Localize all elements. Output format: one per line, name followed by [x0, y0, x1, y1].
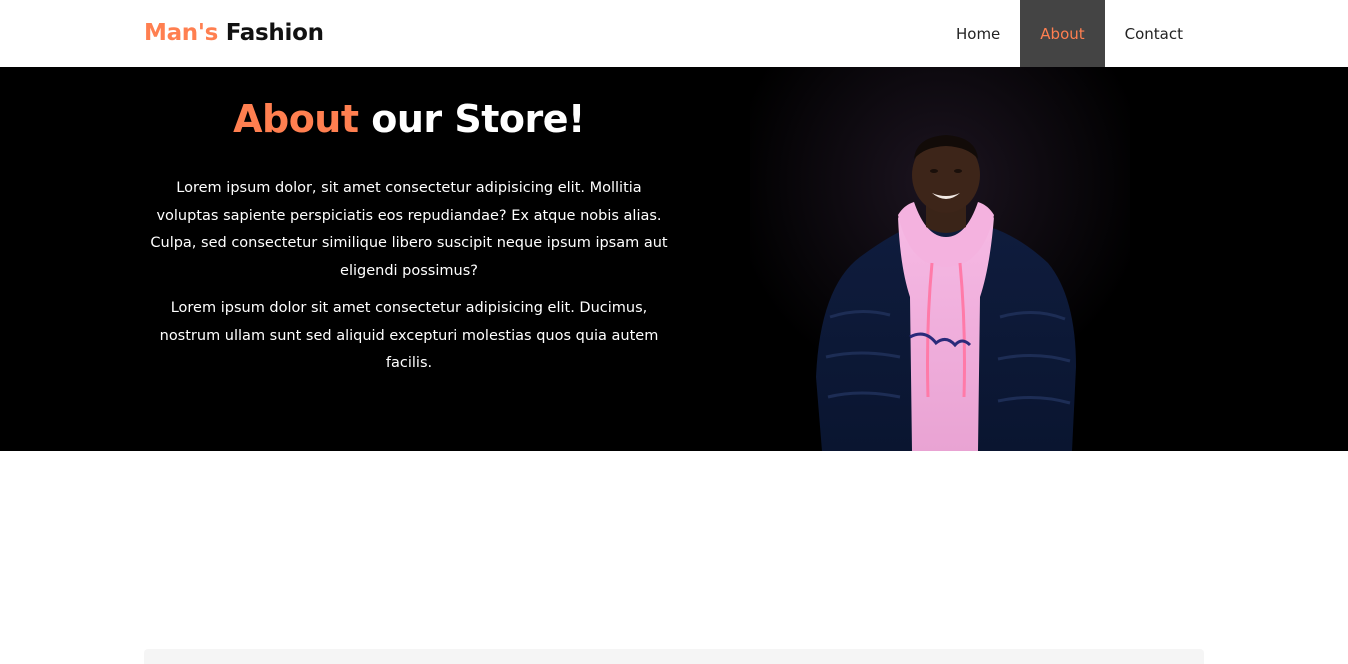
- brand-accent: Man's: [144, 20, 219, 46]
- navbar: Man's Fashion Home About Contact: [0, 0, 1348, 67]
- model-photo: [750, 67, 1130, 451]
- hero-title-rest: our Store!: [371, 97, 585, 141]
- nav-about[interactable]: About: [1020, 0, 1105, 67]
- hero-paragraph-2: Lorem ipsum dolor sit amet consectetur a…: [159, 300, 659, 371]
- content-card-top: [144, 649, 1204, 664]
- hero-paragraph-1: Lorem ipsum dolor, sit amet consectetur …: [150, 180, 668, 279]
- about-hero: About our Store! Lorem ipsum dolor, sit …: [0, 67, 1348, 451]
- nav-contact[interactable]: Contact: [1105, 0, 1203, 67]
- main-nav: Home About Contact: [936, 0, 1203, 67]
- brand-rest: Fashion: [225, 20, 324, 46]
- nav-home[interactable]: Home: [936, 0, 1020, 67]
- hero-title-accent: About: [233, 97, 359, 141]
- hero-title: About our Store!: [144, 97, 674, 141]
- brand-logo[interactable]: Man's Fashion: [144, 20, 324, 46]
- hero-text: About our Store! Lorem ipsum dolor, sit …: [144, 97, 674, 388]
